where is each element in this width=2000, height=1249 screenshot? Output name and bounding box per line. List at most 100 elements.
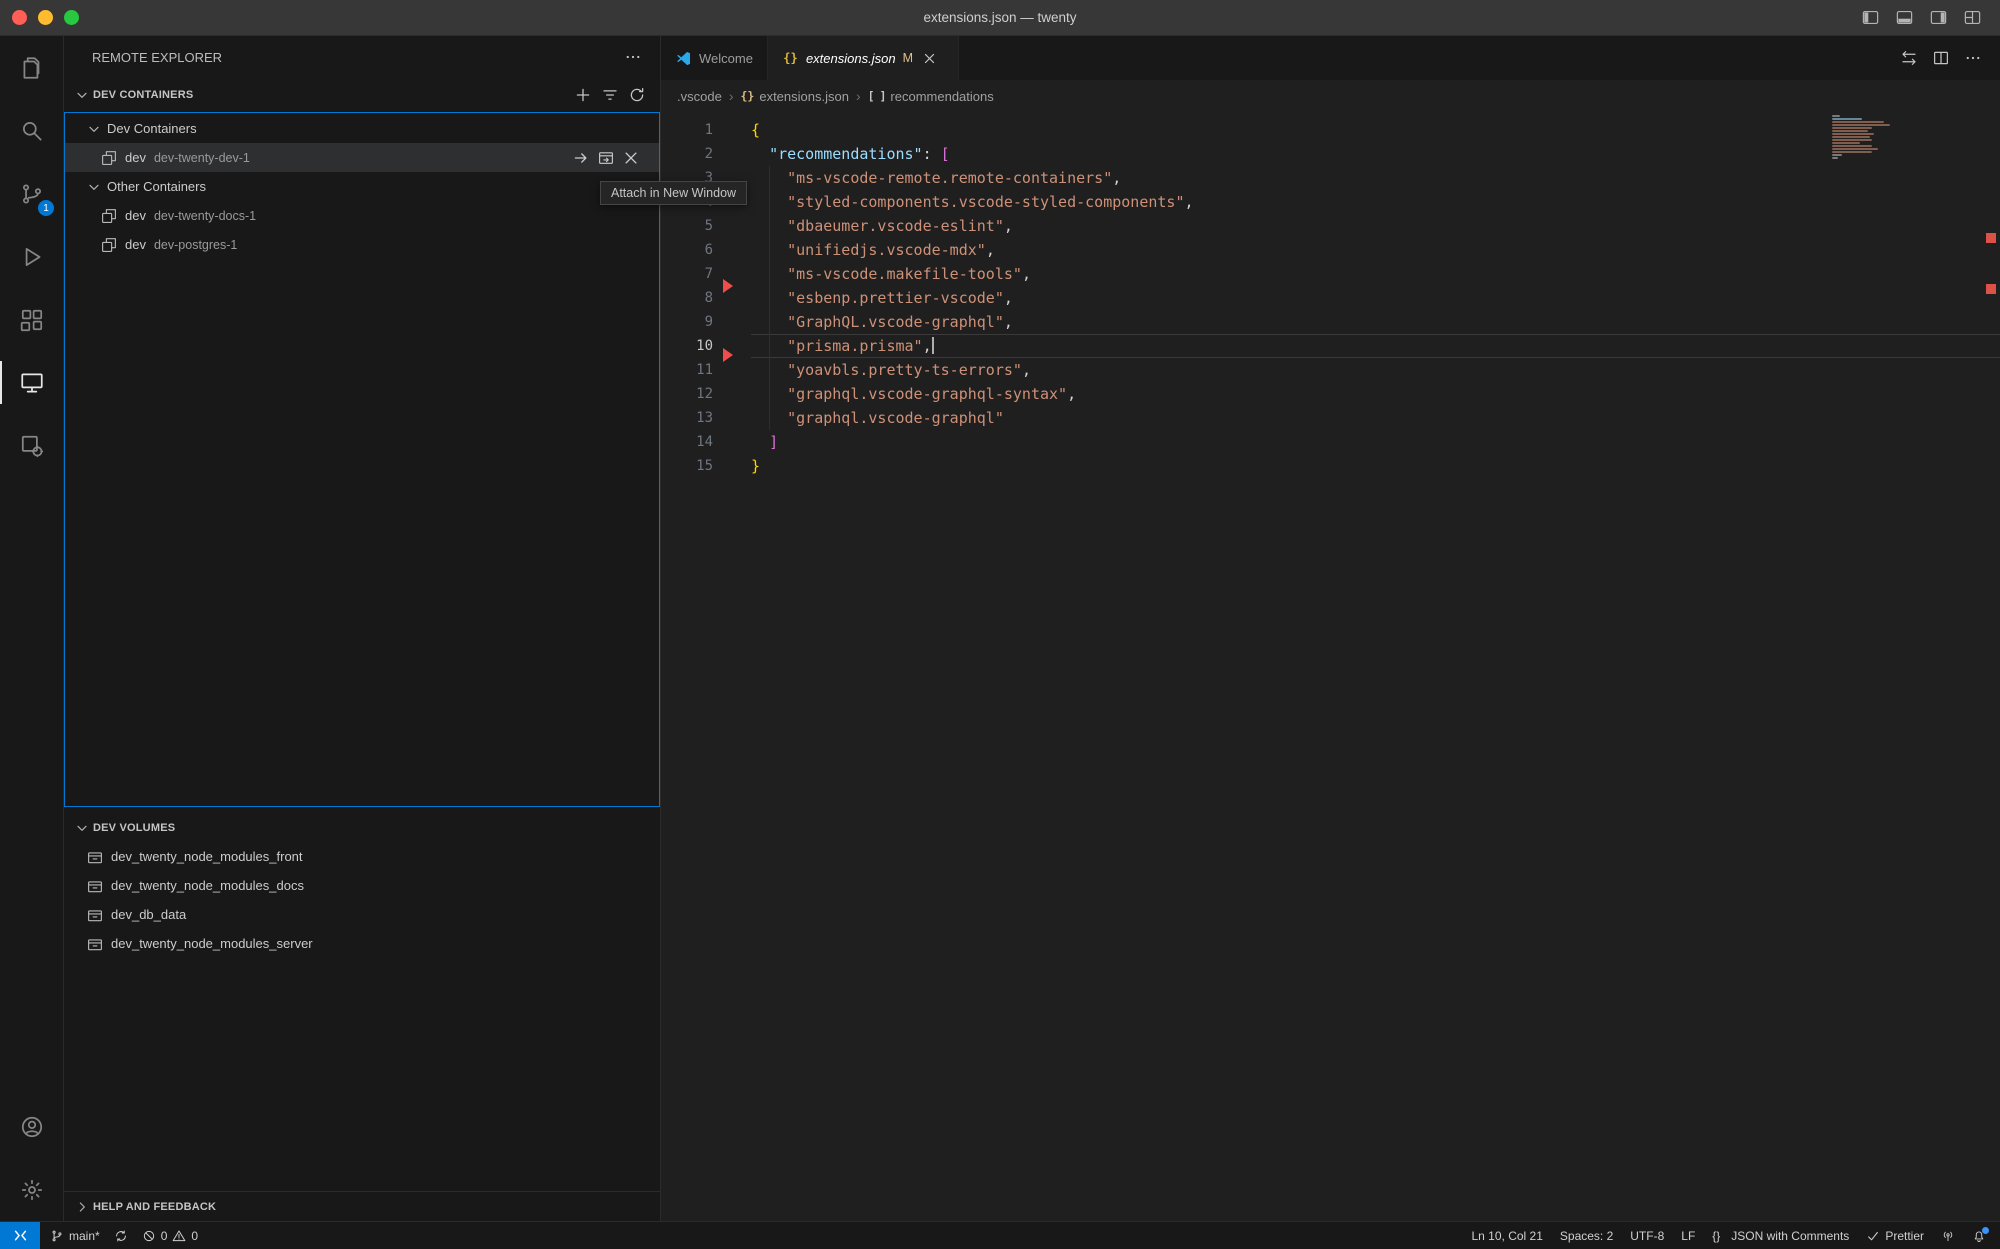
code-line-8[interactable]: 8 "esbenp.prettier-vscode",: [661, 286, 2000, 310]
arrow-right-icon[interactable]: [572, 149, 590, 167]
activity-item-search[interactable]: [0, 99, 63, 162]
add-container-icon[interactable]: [574, 86, 592, 104]
activity-item-remote-explorer[interactable]: [0, 351, 63, 414]
brackets-icon: [ ]: [868, 89, 886, 103]
line-number: 8: [661, 286, 713, 310]
sync-icon: [114, 1229, 128, 1243]
code-token: ,: [1067, 385, 1076, 403]
code-text: "graphql.vscode-graphql": [751, 406, 2000, 430]
code-line-15[interactable]: 15}: [661, 454, 2000, 478]
code-token: [: [941, 145, 950, 163]
close-tab-icon[interactable]: [922, 51, 937, 66]
activity-item-settings[interactable]: [0, 1158, 63, 1221]
container-item[interactable]: devdev-postgres-1: [64, 230, 660, 259]
glyph-margin: [713, 454, 751, 478]
open-changes-icon[interactable]: [1900, 49, 1918, 67]
breadcrumb-item[interactable]: .vscode: [677, 89, 722, 104]
close-icon[interactable]: [622, 149, 640, 167]
breadcrumb-item[interactable]: {}extensions.json: [740, 89, 848, 104]
activity-item-container-tools[interactable]: [0, 414, 63, 477]
activity-item-explorer[interactable]: [0, 36, 63, 99]
zoom-window-button[interactable]: [64, 10, 79, 25]
container-item[interactable]: devdev-twenty-docs-1: [64, 201, 660, 230]
code-text: {: [751, 118, 2000, 142]
titlebar-layout-controls: [1861, 8, 2000, 27]
status-git-branch[interactable]: main*: [50, 1229, 100, 1243]
status-notifications[interactable]: [1972, 1229, 1986, 1243]
code-text: "unifiedjs.vscode-mdx",: [751, 238, 2000, 262]
volume-icon: [86, 906, 104, 924]
status-problems[interactable]: 00: [142, 1229, 198, 1243]
activity-item-accounts[interactable]: [0, 1095, 63, 1158]
container-item[interactable]: devdev-twenty-dev-1: [64, 143, 660, 172]
code-line-2[interactable]: 2 "recommendations": [: [661, 142, 2000, 166]
layout-customize-icon[interactable]: [1963, 8, 1982, 27]
status-encoding[interactable]: UTF-8: [1630, 1229, 1664, 1243]
split-editor-icon[interactable]: [1932, 49, 1950, 67]
code-text: "GraphQL.vscode-graphql",: [751, 310, 2000, 334]
minimap-line: [1832, 148, 1878, 150]
code-line-5[interactable]: 5 "dbaeumer.vscode-eslint",: [661, 214, 2000, 238]
activity-item-extensions[interactable]: [0, 288, 63, 351]
code-line-1[interactable]: 1{: [661, 118, 2000, 142]
minimap-line: [1832, 133, 1874, 135]
code-line-14[interactable]: 14 ]: [661, 430, 2000, 454]
tree-group[interactable]: Other Containers: [64, 172, 660, 201]
line-number: 13: [661, 406, 713, 430]
minimap[interactable]: [1832, 115, 1890, 160]
layout-sidebar-right-icon[interactable]: [1929, 8, 1948, 27]
code-line-10[interactable]: 10 "prisma.prisma",: [661, 334, 2000, 358]
more-actions-icon[interactable]: [624, 48, 642, 66]
status-eol[interactable]: LF: [1681, 1229, 1695, 1243]
notification-dot: [1982, 1227, 1989, 1234]
status-broadcast[interactable]: [1941, 1229, 1955, 1243]
tab-Welcome[interactable]: Welcome: [661, 36, 768, 80]
help-and-feedback-section-header[interactable]: HELP AND FEEDBACK: [64, 1191, 660, 1221]
gutter-marker-icon[interactable]: [723, 279, 733, 293]
code-token: "ms-vscode.makefile-tools": [787, 265, 1022, 283]
section-label: DEV VOLUMES: [93, 822, 175, 834]
status-language-mode[interactable]: {}JSON with Comments: [1712, 1229, 1849, 1243]
status-cursor-position[interactable]: Ln 10, Col 21: [1472, 1229, 1543, 1243]
code-line-6[interactable]: 6 "unifiedjs.vscode-mdx",: [661, 238, 2000, 262]
volume-item[interactable]: dev_twenty_node_modules_docs: [64, 871, 660, 900]
dev-volumes-section-header[interactable]: DEV VOLUMES: [64, 813, 660, 842]
refresh-icon[interactable]: [628, 86, 646, 104]
gutter-marker-icon[interactable]: [723, 348, 733, 362]
code-line-13[interactable]: 13 "graphql.vscode-graphql": [661, 406, 2000, 430]
code-area[interactable]: 1{2 "recommendations": [3 "ms-vscode-rem…: [661, 112, 2000, 1221]
dev-containers-section-header[interactable]: DEV CONTAINERS: [64, 78, 660, 112]
code-line-11[interactable]: 11 "yoavbls.pretty-ts-errors",: [661, 358, 2000, 382]
status-formatter[interactable]: Prettier: [1866, 1229, 1924, 1243]
code-token: ,: [1022, 265, 1031, 283]
code-token: :: [923, 145, 941, 163]
code-line-4[interactable]: 4 "styled-components.vscode-styled-compo…: [661, 190, 2000, 214]
status-indentation[interactable]: Spaces: 2: [1560, 1229, 1613, 1243]
code-line-3[interactable]: 3 "ms-vscode-remote.remote-containers",: [661, 166, 2000, 190]
layout-sidebar-left-icon[interactable]: [1861, 8, 1880, 27]
minimize-window-button[interactable]: [38, 10, 53, 25]
code-line-7[interactable]: 7 "ms-vscode.makefile-tools",: [661, 262, 2000, 286]
volume-item[interactable]: dev_twenty_node_modules_front: [64, 842, 660, 871]
volume-item[interactable]: dev_twenty_node_modules_server: [64, 929, 660, 958]
layout-panel-icon[interactable]: [1895, 8, 1914, 27]
activity-item-run-and-debug[interactable]: [0, 225, 63, 288]
remote-indicator[interactable]: [0, 1222, 40, 1249]
close-window-button[interactable]: [12, 10, 27, 25]
tree-group[interactable]: Dev Containers: [64, 114, 660, 143]
attach-window-icon[interactable]: [597, 149, 615, 167]
code-token: "graphql.vscode-graphql": [787, 409, 1004, 427]
activity-item-source-control[interactable]: 1: [0, 162, 63, 225]
accounts-icon: [19, 1114, 45, 1140]
status-sync[interactable]: [114, 1229, 128, 1243]
status-label: Ln 10, Col 21: [1472, 1229, 1543, 1243]
code-token: "ms-vscode-remote.remote-containers": [787, 169, 1112, 187]
code-line-12[interactable]: 12 "graphql.vscode-graphql-syntax",: [661, 382, 2000, 406]
volume-item[interactable]: dev_db_data: [64, 900, 660, 929]
filter-icon[interactable]: [601, 86, 619, 104]
more-actions-icon[interactable]: [1964, 49, 1982, 67]
tab-extensions.json[interactable]: {}extensions.jsonM: [768, 36, 959, 80]
code-line-9[interactable]: 9 "GraphQL.vscode-graphql",: [661, 310, 2000, 334]
breadcrumb-separator-icon: ›: [856, 88, 861, 104]
breadcrumb-item[interactable]: [ ]recommendations: [868, 89, 994, 104]
